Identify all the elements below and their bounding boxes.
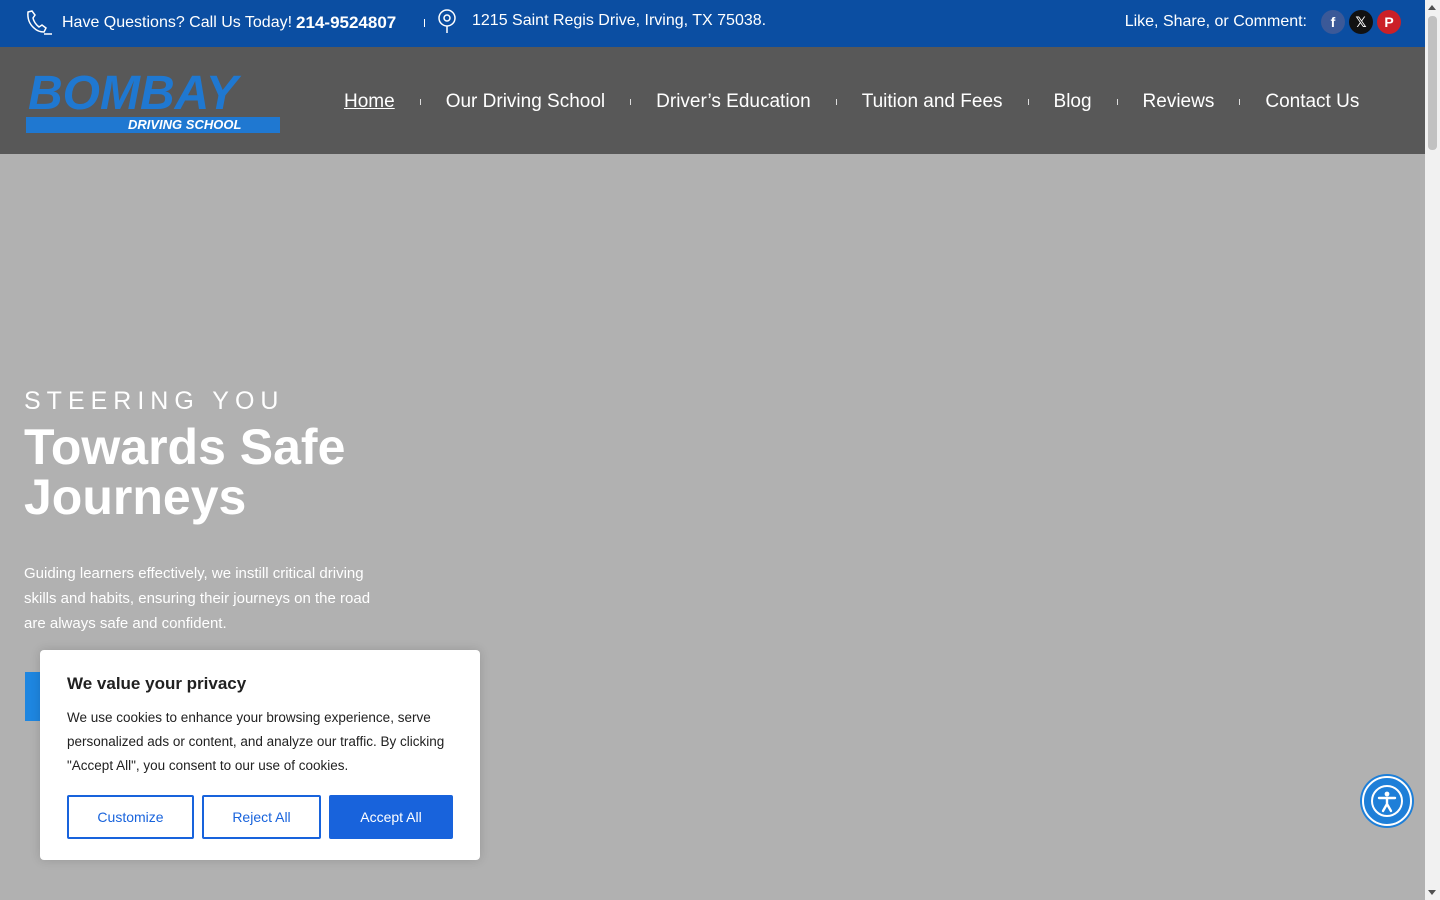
accept-all-button[interactable]: Accept All — [329, 795, 453, 839]
pinterest-icon[interactable]: P — [1377, 10, 1401, 34]
location-icon — [438, 9, 456, 33]
bombay-logo[interactable]: BOMBAY DRIVING SCHOOL — [26, 65, 280, 135]
svg-text:DRIVING SCHOOL: DRIVING SCHOOL — [128, 117, 241, 132]
phone-contact[interactable]: Have Questions? Call Us Today! 214-95248… — [24, 8, 396, 38]
hero-headline: Towards Safe Journeys — [24, 419, 346, 525]
nav-tuition-and-fees[interactable]: Tuition and Fees — [862, 91, 1003, 113]
facebook-icon[interactable]: f — [1321, 10, 1345, 34]
top-bar: Have Questions? Call Us Today! 214-95248… — [0, 0, 1425, 47]
social-label: Like, Share, or Comment: — [1124, 13, 1307, 30]
reject-all-button[interactable]: Reject All — [202, 795, 321, 839]
address: 1215 Saint Regis Drive, Irving, TX 75038… — [432, 6, 766, 36]
main-nav: Home Our Driving School Driver’s Educati… — [344, 91, 1359, 113]
accessibility-button[interactable] — [1362, 776, 1412, 826]
nav-divider — [1027, 99, 1029, 105]
social-links: Like, Share, or Comment: f 𝕏 P — [1125, 10, 1401, 34]
nav-divider — [835, 99, 837, 105]
topbar-divider — [424, 19, 425, 27]
phone-number[interactable]: 214-9524807 — [296, 13, 396, 33]
accessibility-icon — [1371, 785, 1403, 817]
page-scrollbar[interactable] — [1425, 0, 1440, 900]
cookie-title: We value your privacy — [67, 674, 247, 693]
nav-blog[interactable]: Blog — [1054, 91, 1092, 113]
scroll-up-arrow-icon[interactable] — [1428, 5, 1436, 10]
nav-our-driving-school[interactable]: Our Driving School — [446, 91, 605, 113]
x-icon[interactable]: 𝕏 — [1349, 10, 1373, 34]
nav-divider — [1116, 99, 1118, 105]
customize-button[interactable]: Customize — [67, 795, 194, 839]
nav-reviews[interactable]: Reviews — [1143, 91, 1215, 113]
nav-contact-us[interactable]: Contact Us — [1265, 91, 1359, 113]
nav-divider — [1239, 99, 1241, 105]
main-header: BOMBAY DRIVING SCHOOL Home Our Driving S… — [0, 47, 1425, 154]
cookie-consent-banner: We value your privacy We use cookies to … — [40, 650, 480, 860]
phone-label: Have Questions? Call Us Today! — [62, 14, 293, 31]
svg-text:BOMBAY: BOMBAY — [28, 67, 242, 120]
phone-icon — [27, 10, 52, 35]
nav-divider — [630, 99, 632, 105]
nav-drivers-education[interactable]: Driver’s Education — [656, 91, 811, 113]
address-text: 1215 Saint Regis Drive, Irving, TX 75038… — [472, 12, 767, 29]
nav-divider — [419, 99, 421, 105]
scrollbar-thumb[interactable] — [1428, 16, 1437, 150]
hero-eyebrow: STEERING YOU — [24, 387, 285, 415]
scroll-down-arrow-icon[interactable] — [1428, 890, 1436, 895]
nav-home[interactable]: Home — [344, 91, 395, 113]
cookie-body: We use cookies to enhance your browsing … — [67, 710, 445, 773]
hero-lead: Guiding learners effectively, we instill… — [24, 565, 371, 632]
